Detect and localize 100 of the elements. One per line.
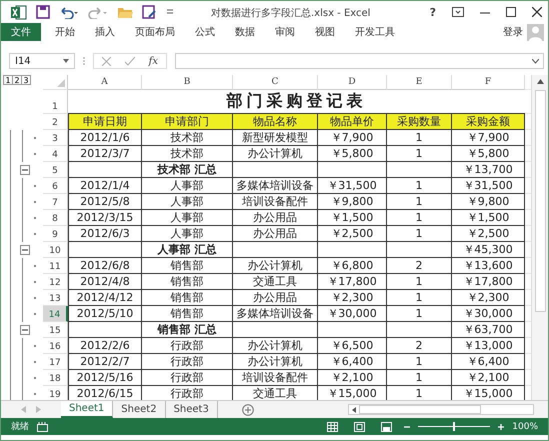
table-cell: ￥1,500 — [452, 210, 525, 226]
close-icon[interactable] — [532, 7, 542, 17]
ribbon-tab[interactable]: 插入 — [85, 23, 125, 41]
table-cell: 行政部 — [142, 338, 233, 354]
zoom-level[interactable]: 100% — [512, 422, 538, 432]
table-cell: 1 — [387, 274, 452, 290]
table-cell: 销售部 — [142, 258, 233, 274]
row-header[interactable]: 11 — [43, 258, 68, 274]
ribbon-tab[interactable]: 数据 — [225, 23, 265, 41]
dropdown-icon — [63, 59, 69, 63]
page-layout-icon[interactable] — [354, 422, 366, 432]
table-cell: 2012/1/6 — [68, 130, 142, 146]
row-header[interactable]: 3 — [43, 130, 68, 146]
outline-level-button[interactable]: 2 — [12, 75, 22, 85]
subtotal-label: 销售部 汇总 — [142, 322, 233, 338]
row-header[interactable]: 4 — [43, 146, 68, 162]
maximize-icon[interactable] — [506, 7, 516, 17]
empty-cell — [318, 242, 387, 258]
row-header[interactable]: 16 — [43, 338, 68, 354]
table-cell: ￥31,500 — [318, 178, 387, 194]
zoom-slider[interactable] — [453, 422, 456, 431]
table-cell: 1 — [387, 130, 452, 146]
table-cell: ￥13,000 — [452, 338, 525, 354]
table-cell: 1 — [387, 226, 452, 242]
row-header[interactable]: 1 — [43, 90, 68, 114]
row-header[interactable]: 8 — [43, 210, 68, 226]
ribbon-display-icon[interactable] — [452, 7, 464, 17]
row-header[interactable]: 18 — [43, 370, 68, 386]
row-header[interactable]: 17 — [43, 354, 68, 370]
row-header[interactable]: 15 — [43, 322, 68, 338]
ribbon-tab[interactable]: 页面布局 — [125, 23, 185, 41]
name-box[interactable]: I14 — [9, 53, 75, 69]
vertical-scrollbar[interactable] — [531, 75, 548, 400]
row-header[interactable]: 14 — [43, 306, 68, 322]
column-title: 采购数量 — [387, 114, 452, 130]
undo-icon[interactable] — [59, 5, 79, 19]
column-header[interactable]: A — [68, 75, 142, 90]
scroll-thumb[interactable] — [359, 405, 481, 414]
sheet-tab[interactable]: Sheet1 — [61, 401, 114, 418]
save-icon[interactable] — [36, 5, 50, 19]
outline-level-button[interactable]: 1 — [3, 75, 13, 85]
ribbon-tab[interactable]: 开始 — [45, 23, 85, 41]
macro-icon[interactable] — [37, 422, 48, 432]
scroll-up-icon[interactable] — [536, 79, 544, 84]
add-sheet-icon[interactable] — [242, 404, 254, 416]
table-cell: 2012/5/10 — [68, 306, 142, 322]
zoom-in-icon[interactable] — [498, 424, 504, 430]
row-header[interactable]: 10 — [43, 242, 68, 258]
row-header[interactable]: 9 — [43, 226, 68, 242]
scroll-thumb[interactable] — [534, 90, 546, 312]
ribbon-tab[interactable]: 审阅 — [265, 23, 305, 41]
table-cell: 培训设备配件 — [233, 370, 318, 386]
table-cell: ￥6,400 — [452, 354, 525, 370]
table-cell: 技术部 — [142, 130, 233, 146]
column-header[interactable]: F — [452, 75, 525, 90]
table-cell: 办公用品 — [233, 290, 318, 306]
table-cell: 多媒体培训设备 — [233, 178, 318, 194]
horizontal-scrollbar[interactable] — [348, 404, 534, 415]
column-header[interactable]: D — [318, 75, 387, 90]
subtotal-amount: ￥45,300 — [452, 242, 525, 258]
expand-icon[interactable] — [532, 58, 539, 64]
column-title: 采购金额 — [452, 114, 525, 130]
collapse-icon[interactable] — [20, 245, 30, 255]
outline-level-button[interactable]: 3 — [21, 75, 31, 85]
table-cell: 2012/6/3 — [68, 226, 142, 242]
ribbon-tab[interactable]: 开发工具 — [345, 23, 405, 41]
customize-icon[interactable] — [166, 8, 174, 16]
save-as-icon[interactable] — [142, 5, 157, 19]
collapse-icon[interactable] — [20, 165, 30, 175]
window-title: 对数据进行多字段汇总.xlsx - Excel — [211, 6, 370, 20]
table-cell: 1 — [387, 146, 452, 162]
table-cell: ￥6,400 — [318, 354, 387, 370]
collapse-icon[interactable] — [20, 325, 30, 335]
insert-function-button[interactable]: fx — [148, 56, 158, 66]
empty-cell — [387, 242, 452, 258]
formula-input[interactable] — [175, 53, 544, 69]
table-cell: ￥17,800 — [318, 274, 387, 290]
table-cell: ￥2,500 — [452, 226, 525, 242]
ribbon-tab[interactable]: 公式 — [185, 23, 225, 41]
ribbon-tab[interactable]: 视图 — [305, 23, 345, 41]
zoom-out-icon[interactable] — [404, 424, 410, 430]
column-header[interactable]: E — [387, 75, 452, 90]
sign-in-link[interactable]: 登录 — [503, 25, 523, 39]
row-header[interactable]: 12 — [43, 274, 68, 290]
empty-cell — [318, 162, 387, 178]
table-cell: 行政部 — [142, 354, 233, 370]
table-cell: ￥17,800 — [452, 274, 525, 290]
page-break-icon[interactable] — [381, 422, 392, 432]
column-header[interactable]: C — [233, 75, 318, 90]
column-header[interactable]: B — [142, 75, 233, 90]
help-button[interactable]: ? — [430, 6, 436, 18]
column-title: 申请部门 — [142, 114, 233, 130]
scroll-left-icon[interactable] — [352, 406, 356, 412]
table-cell: 交通工具 — [233, 274, 318, 290]
table-cell: 1 — [387, 306, 452, 322]
row-header[interactable]: 6 — [43, 178, 68, 194]
normal-view-icon[interactable] — [327, 422, 338, 432]
table-cell: 销售部 — [142, 290, 233, 306]
row-header[interactable]: 5 — [43, 162, 68, 178]
row-header[interactable]: 7 — [43, 194, 68, 210]
